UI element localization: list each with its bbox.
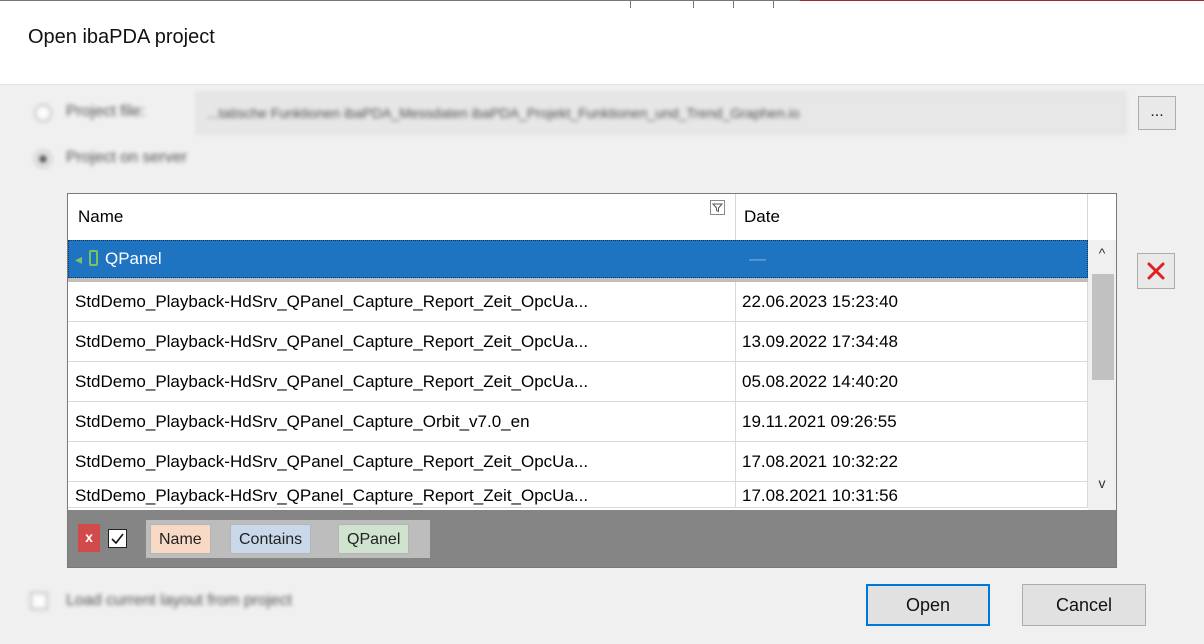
load-layout-checkbox[interactable] xyxy=(30,592,48,610)
vertical-scrollbar[interactable]: ^ v xyxy=(1088,240,1116,510)
filter-enabled-checkbox[interactable] xyxy=(108,529,127,548)
row-name: StdDemo_Playback-HdSrv_QPanel_Capture_Or… xyxy=(68,402,736,441)
table-row[interactable]: StdDemo_Playback-HdSrv_QPanel_Capture_Re… xyxy=(68,282,1088,322)
window-top-edge xyxy=(0,0,1204,8)
column-header-date[interactable]: Date xyxy=(736,194,1088,240)
row-date: 17.08.2021 10:31:56 xyxy=(736,482,1088,507)
browse-button[interactable]: ... xyxy=(1138,96,1176,130)
project-rows: StdDemo_Playback-HdSrv_QPanel_Capture_Re… xyxy=(68,282,1088,522)
delete-x-icon xyxy=(1147,262,1165,280)
project-on-server-label: Project on server xyxy=(66,149,187,166)
project-group-icon xyxy=(89,250,98,266)
filter-expression: Name Contains QPanel xyxy=(146,520,430,558)
group-label: QPanel xyxy=(105,249,162,268)
title-bar: Open ibaPDA project xyxy=(0,0,1204,85)
row-date: 05.08.2022 14:40:20 xyxy=(736,362,1088,401)
scroll-thumb[interactable] xyxy=(1092,274,1114,380)
project-file-path-input[interactable]: ...tatische Funktionen ibaPDA_Messdaten … xyxy=(196,92,1126,134)
row-name: StdDemo_Playback-HdSrv_QPanel_Capture_Re… xyxy=(68,282,736,321)
row-date: 19.11.2021 09:26:55 xyxy=(736,402,1088,441)
cancel-button[interactable]: Cancel xyxy=(1022,584,1146,626)
filter-operator-chip[interactable]: Contains xyxy=(230,524,312,554)
row-date: 22.06.2023 15:23:40 xyxy=(736,282,1088,321)
row-date: 17.08.2021 10:32:22 xyxy=(736,442,1088,481)
dialog-title: Open ibaPDA project xyxy=(28,26,215,48)
column-header-name[interactable]: Name xyxy=(68,194,736,240)
table-row[interactable]: StdDemo_Playback-HdSrv_QPanel_Capture_Re… xyxy=(68,482,1088,508)
row-name: StdDemo_Playback-HdSrv_QPanel_Capture_Re… xyxy=(68,362,736,401)
filter-field-chip[interactable]: Name xyxy=(150,524,211,554)
filter-value-chip[interactable]: QPanel xyxy=(338,524,410,554)
scroll-up-icon[interactable]: ^ xyxy=(1088,240,1116,266)
table-row[interactable]: StdDemo_Playback-HdSrv_QPanel_Capture_Re… xyxy=(68,322,1088,362)
project-file-radio[interactable] xyxy=(34,104,52,122)
column-filter-icon[interactable] xyxy=(710,200,725,215)
delete-project-button[interactable] xyxy=(1137,253,1175,289)
open-button[interactable]: Open xyxy=(866,584,990,626)
group-row-qpanel[interactable]: ◂ QPanel — xyxy=(68,240,1088,278)
table-row[interactable]: StdDemo_Playback-HdSrv_QPanel_Capture_Re… xyxy=(68,362,1088,402)
clear-filter-button[interactable]: x xyxy=(78,524,100,552)
server-project-grid[interactable]: Name Date ◂ QPanel — StdDemo_Playback-Hd… xyxy=(67,193,1117,568)
row-name: StdDemo_Playback-HdSrv_QPanel_Capture_Re… xyxy=(68,322,736,361)
scroll-down-icon[interactable]: v xyxy=(1088,470,1116,496)
project-file-label: Project file: xyxy=(66,103,146,120)
grid-header: Name Date xyxy=(68,194,1088,240)
row-name: StdDemo_Playback-HdSrv_QPanel_Capture_Re… xyxy=(68,442,736,481)
filter-bar: x Name Contains QPanel xyxy=(68,510,1116,567)
table-row[interactable]: StdDemo_Playback-HdSrv_QPanel_Capture_Or… xyxy=(68,402,1088,442)
row-name: StdDemo_Playback-HdSrv_QPanel_Capture_Re… xyxy=(68,482,736,507)
row-date: 13.09.2022 17:34:48 xyxy=(736,322,1088,361)
expand-icon[interactable]: ◂ xyxy=(75,251,82,268)
group-date: — xyxy=(749,249,766,268)
load-layout-label: Load current layout from project xyxy=(66,592,292,609)
table-row[interactable]: StdDemo_Playback-HdSrv_QPanel_Capture_Re… xyxy=(68,442,1088,482)
project-on-server-radio[interactable] xyxy=(34,150,52,168)
